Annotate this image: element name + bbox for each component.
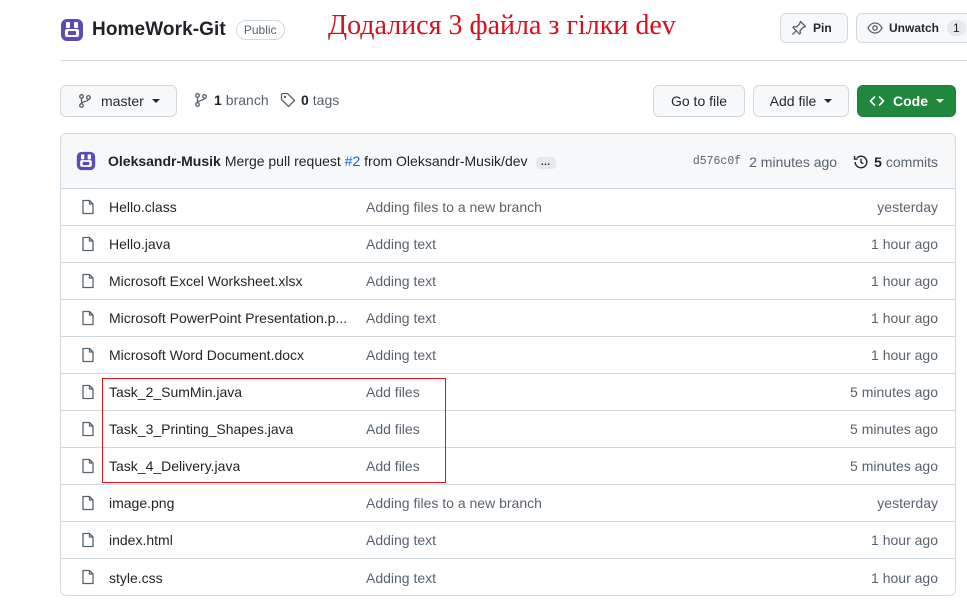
file-icon [82, 384, 94, 400]
file-commit-time: 1 hour ago [871, 310, 938, 326]
file-commit-message-link[interactable]: Adding text [366, 236, 436, 252]
repo-header: HomeWork-Git Public [60, 14, 285, 46]
chevron-down-icon [824, 99, 833, 103]
commit-meta: d576c0f 2 minutes ago 5 commits [693, 134, 938, 189]
file-row: Microsoft PowerPoint Presentation.p... A… [61, 300, 955, 337]
tag-icon [280, 92, 296, 108]
code-label: Code [893, 93, 928, 109]
watch-count: 1 [947, 20, 966, 36]
branch-select-button[interactable]: master [60, 85, 177, 117]
file-icon [82, 310, 94, 326]
code-icon [869, 96, 885, 106]
file-commit-time: 1 hour ago [871, 532, 938, 548]
go-to-file-button[interactable]: Go to file [653, 85, 745, 117]
file-icon [82, 273, 94, 289]
file-icon [82, 199, 94, 215]
file-name-link[interactable]: Hello.java [109, 236, 170, 252]
eye-icon [867, 22, 883, 34]
annotation-text: Додалися 3 файла з гілки dev [328, 10, 676, 41]
pin-button[interactable]: Pin [780, 13, 848, 43]
file-commit-time: 1 hour ago [871, 347, 938, 363]
commits-label: commits [885, 153, 938, 170]
file-name-link[interactable]: index.html [109, 532, 173, 548]
tags-label: tags [312, 92, 340, 108]
file-commit-time: yesterday [877, 495, 938, 511]
file-commit-message-link[interactable]: Adding text [366, 532, 436, 548]
git-branch-icon [79, 94, 91, 108]
add-file-button[interactable]: Add file [753, 85, 849, 117]
code-button[interactable]: Code [857, 85, 956, 117]
file-icon [82, 569, 94, 585]
file-commit-message-link[interactable]: Adding text [366, 570, 436, 586]
file-commit-time: 1 hour ago [871, 569, 938, 586]
file-commit-message-link[interactable]: Adding text [366, 310, 436, 326]
file-commit-time: 1 hour ago [871, 236, 938, 252]
commit-author-link[interactable]: Oleksandr-Musik [108, 153, 221, 169]
tags-link[interactable]: 0 tags [280, 92, 339, 108]
file-icon [82, 347, 94, 363]
file-commit-time: 5 minutes ago [850, 421, 938, 437]
tags-count: 0 [301, 92, 309, 108]
file-commit-time: 5 minutes ago [850, 384, 938, 400]
latest-commit-bar: Oleksandr-Musik Merge pull request #2 fr… [61, 134, 955, 189]
file-icon [82, 236, 94, 252]
file-icon [82, 458, 94, 474]
file-row: Hello.class Adding files to a new branch… [61, 189, 955, 226]
file-row: image.png Adding files to a new branch y… [61, 485, 955, 522]
commits-count: 5 [874, 153, 882, 170]
file-name-link[interactable]: style.css [109, 570, 163, 586]
file-row: Hello.java Adding text 1 hour ago [61, 226, 955, 263]
go-to-file-label: Go to file [670, 93, 728, 109]
expand-commit-button[interactable]: … [535, 157, 556, 169]
file-row: Microsoft Word Document.docx Adding text… [61, 337, 955, 374]
file-row: index.html Adding text 1 hour ago [61, 522, 955, 559]
file-commit-time: yesterday [877, 199, 938, 215]
file-list: Oleksandr-Musik Merge pull request #2 fr… [60, 133, 956, 596]
file-name-link[interactable]: Microsoft Word Document.docx [109, 347, 304, 363]
repo-name-link[interactable]: HomeWork-Git [92, 19, 226, 41]
header-divider [60, 60, 967, 61]
file-commit-message-link[interactable]: Adding text [366, 347, 436, 363]
file-commit-time: 5 minutes ago [850, 458, 938, 474]
repo-avatar-icon [61, 19, 83, 41]
file-name-link[interactable]: Hello.class [109, 199, 177, 215]
pull-request-link[interactable]: #2 [345, 153, 361, 169]
history-icon [853, 155, 868, 168]
file-row: style.css Adding text 1 hour ago [61, 559, 955, 595]
unwatch-button[interactable]: Unwatch 1 [856, 13, 967, 43]
branches-link[interactable]: 1 branch [193, 92, 269, 108]
branch-label: master [101, 93, 144, 109]
file-name-link[interactable]: Microsoft PowerPoint Presentation.p... [109, 310, 347, 326]
visibility-badge: Public [235, 20, 285, 40]
file-commit-message-link[interactable]: Adding files to a new branch [366, 495, 542, 511]
file-row: Microsoft Excel Worksheet.xlsx Adding te… [61, 263, 955, 300]
file-name-link[interactable]: image.png [109, 495, 174, 511]
file-commit-message-link[interactable]: Adding text [366, 273, 436, 289]
commit-sha-link[interactable]: d576c0f [693, 155, 741, 168]
branches-count: 1 [214, 92, 222, 108]
author-avatar-icon[interactable] [76, 151, 96, 171]
commit-message-prefix[interactable]: Merge pull request [225, 153, 341, 169]
file-commit-time: 1 hour ago [871, 273, 938, 289]
pin-label: Pin [813, 21, 832, 35]
commits-history-link[interactable]: 5 commits [853, 154, 938, 170]
file-icon [82, 421, 94, 437]
commit-time: 2 minutes ago [749, 153, 838, 170]
commit-message-suffix[interactable]: from Oleksandr-Musik/dev [364, 153, 527, 169]
annotation-highlight-box [102, 378, 446, 483]
branches-label: branch [225, 92, 269, 108]
git-branch-icon [195, 93, 207, 107]
chevron-down-icon [936, 99, 944, 103]
add-file-label: Add file [769, 93, 817, 109]
file-icon [82, 532, 94, 548]
chevron-down-icon [151, 99, 160, 103]
file-commit-message-link[interactable]: Adding files to a new branch [366, 199, 542, 215]
pin-icon [792, 20, 807, 35]
file-icon [82, 495, 94, 511]
file-name-link[interactable]: Microsoft Excel Worksheet.xlsx [109, 273, 302, 289]
unwatch-label: Unwatch [889, 21, 940, 35]
